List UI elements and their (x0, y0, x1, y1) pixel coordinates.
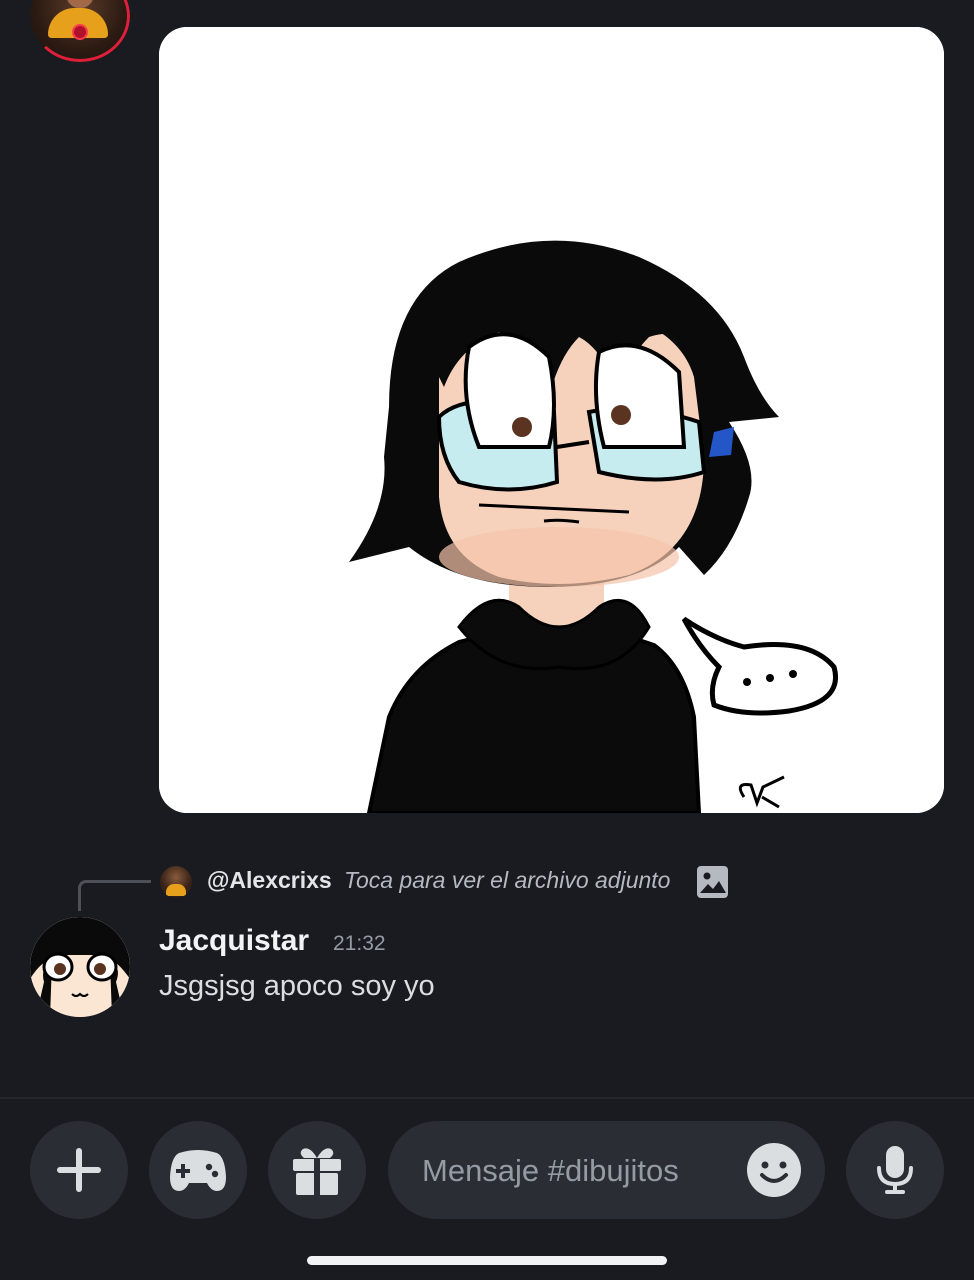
composer-divider (0, 1097, 974, 1099)
previous-author-avatar[interactable] (30, 0, 130, 62)
reply-username[interactable]: @Alexcrixs (207, 867, 332, 894)
activities-button[interactable] (149, 1121, 247, 1219)
smiley-icon (747, 1143, 801, 1197)
drawing-illustration (159, 27, 944, 813)
gift-button[interactable] (268, 1121, 366, 1219)
message-input[interactable] (420, 1121, 734, 1221)
home-indicator[interactable] (307, 1256, 667, 1265)
add-attachment-button[interactable] (30, 1121, 128, 1219)
avatar-status-dot (72, 24, 88, 40)
message-composer[interactable] (388, 1121, 825, 1221)
message-text: Jsgsjsg apoco soy yo (159, 970, 435, 1002)
voice-message-button[interactable] (846, 1121, 944, 1219)
reply-preview-text[interactable]: Toca para ver el archivo adjunto (344, 867, 670, 894)
plus-icon (57, 1148, 101, 1192)
image-attachment[interactable] (159, 27, 944, 813)
message-author-avatar[interactable] (30, 917, 130, 1017)
image-icon (696, 865, 729, 899)
gamepad-icon (170, 1150, 226, 1191)
reply-avatar-shirt (166, 884, 186, 896)
reply-author-avatar[interactable] (160, 866, 192, 898)
message-author-name[interactable]: Jacquistar (159, 924, 309, 958)
gift-icon (293, 1148, 341, 1195)
message-timestamp: 21:32 (333, 932, 386, 955)
microphone-icon (877, 1146, 913, 1194)
reply-connector (78, 880, 151, 911)
emoji-button[interactable] (745, 1141, 803, 1199)
